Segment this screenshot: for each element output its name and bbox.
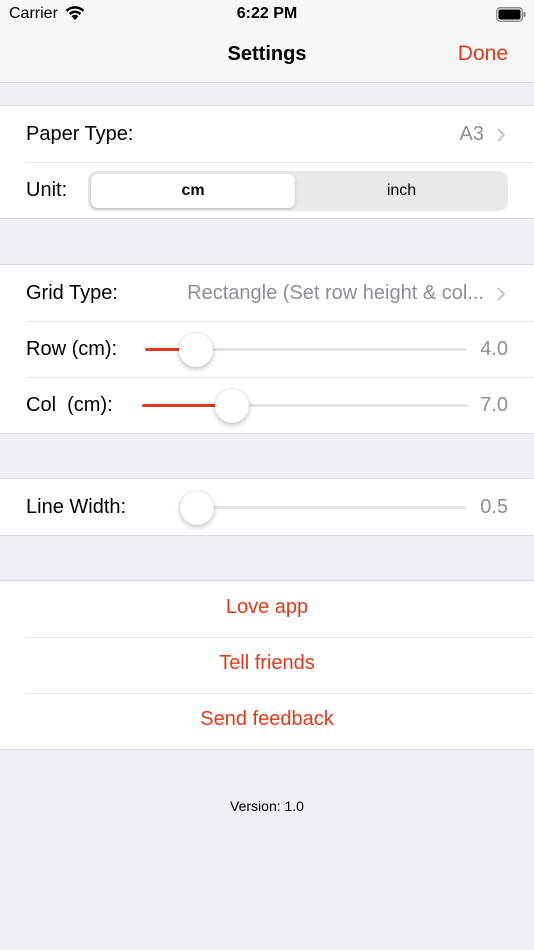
col-width-slider[interactable]	[142, 389, 469, 423]
actions-group: Love app Tell friends Send feedback	[0, 580, 534, 750]
slider-thumb[interactable]	[179, 333, 214, 367]
col-width-label: Col (cm):	[26, 394, 113, 416]
paper-type-label: Paper Type:	[26, 123, 134, 145]
paper-type-value: A3	[459, 123, 484, 145]
line-width-label: Line Width:	[26, 496, 127, 518]
wifi-icon	[65, 6, 85, 20]
line-width-slider[interactable]	[180, 491, 466, 525]
col-width-row: Col (cm): 7.0	[0, 377, 534, 433]
unit-option-inch[interactable]: inch	[298, 174, 505, 208]
slider-thumb[interactable]	[215, 389, 250, 423]
done-button[interactable]: Done	[458, 42, 508, 66]
unit-label: Unit:	[26, 179, 68, 201]
status-bar: Carrier 6:22 PM	[0, 0, 534, 30]
paper-settings-group: Paper Type: A3 Unit: cm inch	[0, 105, 534, 219]
chevron-right-icon	[497, 287, 505, 301]
row-height-value: 4.0	[480, 338, 508, 360]
send-feedback-button[interactable]: Send feedback	[0, 708, 534, 731]
row-height-slider[interactable]	[145, 333, 466, 367]
paper-type-row[interactable]: Paper Type: A3	[0, 106, 534, 162]
grid-type-value: Rectangle (Set row height & col...	[187, 282, 484, 304]
slider-thumb[interactable]	[180, 491, 214, 525]
chevron-right-icon	[497, 128, 505, 142]
line-width-value: 0.5	[480, 496, 508, 518]
carrier-label: Carrier	[9, 5, 58, 22]
send-feedback-row[interactable]: Send feedback	[0, 693, 534, 749]
unit-option-cm[interactable]: cm	[91, 174, 295, 208]
unit-segmented-control: cm inch	[88, 171, 508, 211]
row-height-label: Row (cm):	[26, 338, 118, 360]
version-label: Version: 1.0	[230, 798, 304, 814]
grid-settings-group: Grid Type: Rectangle (Set row height & c…	[0, 264, 534, 434]
tell-friends-row[interactable]: Tell friends	[0, 637, 534, 693]
love-app-button[interactable]: Love app	[0, 596, 534, 619]
line-width-row: Line Width: 0.5	[0, 479, 534, 535]
love-app-row[interactable]: Love app	[0, 581, 534, 637]
grid-type-row[interactable]: Grid Type: Rectangle (Set row height & c…	[0, 265, 534, 321]
tell-friends-button[interactable]: Tell friends	[0, 652, 534, 675]
page-title: Settings	[227, 43, 307, 65]
slider-track	[180, 506, 466, 509]
grid-type-label: Grid Type:	[26, 282, 118, 304]
unit-row: Unit: cm inch	[0, 162, 534, 218]
line-width-group: Line Width: 0.5	[0, 478, 534, 536]
col-width-value: 7.0	[480, 394, 508, 416]
battery-icon	[496, 7, 526, 22]
navigation-bar: Settings Done	[0, 30, 534, 83]
row-height-row: Row (cm): 4.0	[0, 321, 534, 377]
